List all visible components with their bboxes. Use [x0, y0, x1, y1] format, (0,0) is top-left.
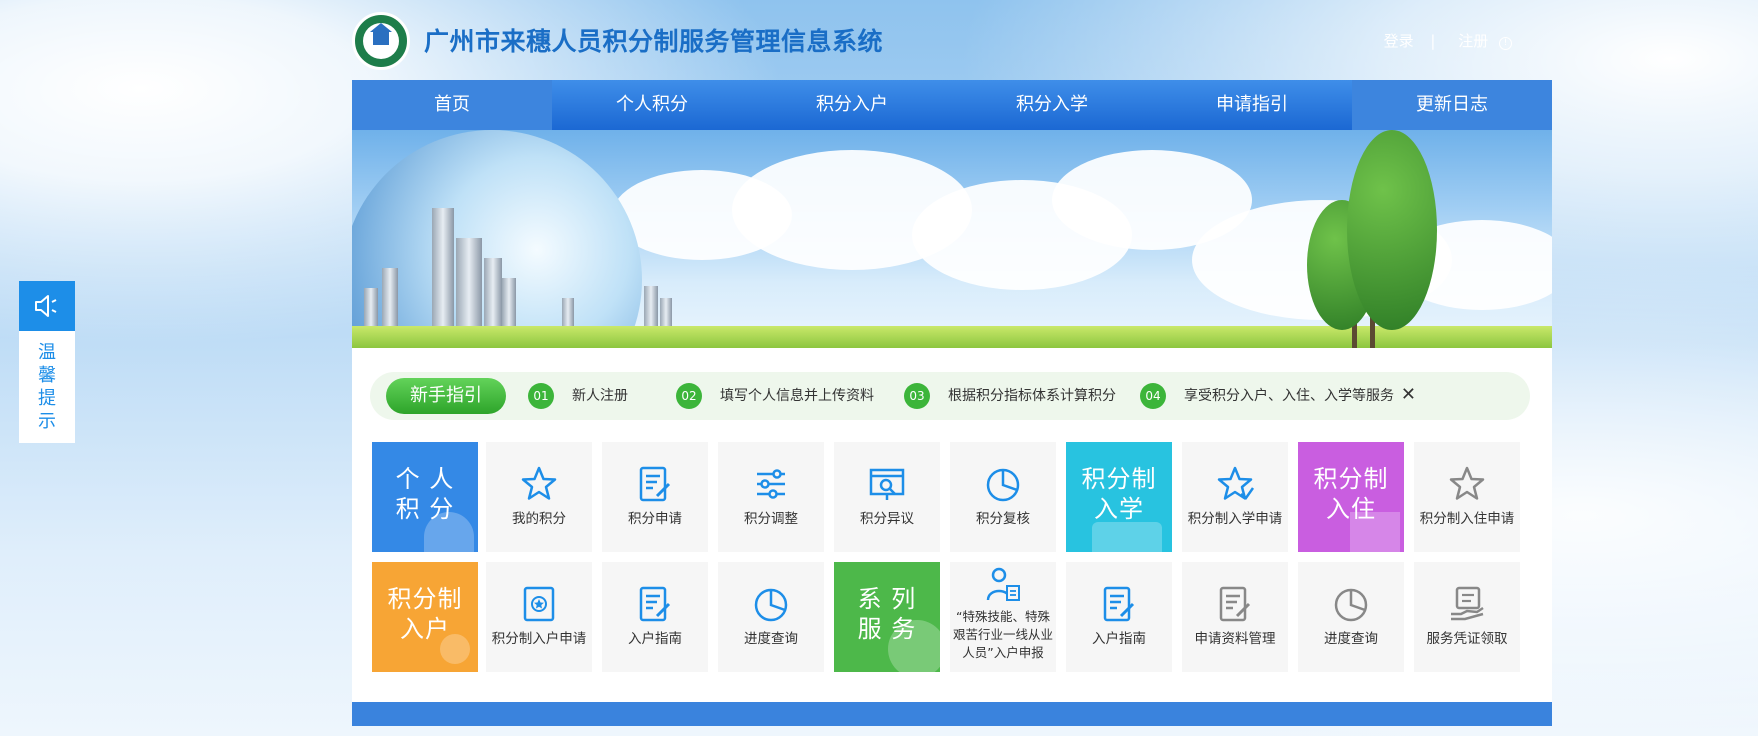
tile-label: 积分制入住申请 [1419, 511, 1515, 527]
pie-chart-gray-icon [1334, 588, 1368, 622]
tile-points-household[interactable]: 积分制 入户 [372, 562, 478, 672]
pie-chart-icon [754, 588, 788, 622]
guide-step: 02 填写个人信息并上传资料 [676, 383, 874, 409]
monitor-search-icon [869, 468, 905, 500]
tile-my-points[interactable]: 我的积分 [486, 442, 592, 552]
edit-document-gray-icon [1219, 586, 1251, 622]
step-text: 享受积分入户、入住、入学等服务 [1184, 388, 1394, 404]
step-number: 03 [904, 383, 930, 409]
tile-school-apply[interactable]: 积分制入学申请 [1182, 442, 1288, 552]
tile-application-materials[interactable]: 申请资料管理 [1182, 562, 1288, 672]
tile-points-adjust[interactable]: 积分调整 [718, 442, 824, 552]
step-number: 02 [676, 383, 702, 409]
tile-progress-query[interactable]: 进度查询 [718, 562, 824, 672]
tile-label: 申请资料管理 [1194, 631, 1276, 647]
tile-points-residence[interactable]: 积分制 入住 [1298, 442, 1404, 552]
star-icon [521, 466, 557, 500]
register-link[interactable]: 注册 [1458, 32, 1488, 50]
site-title: 广州市来穗人员积分制服务管理信息系统 [424, 27, 884, 56]
tile-label: 服务凭证领取 [1426, 631, 1508, 647]
info-circle-icon: ! [1499, 37, 1512, 50]
step-text: 填写个人信息并上传资料 [720, 388, 874, 404]
main-nav: 首页 个人积分 积分入户 积分入学 申请指引 更新日志 [352, 80, 1552, 130]
tile-special-skills-declaration[interactable]: “特殊技能、特殊艰苦行业一线从业人员”入户申报 [950, 562, 1056, 672]
nav-home[interactable]: 首页 [352, 80, 552, 130]
login-link[interactable]: 登录 [1384, 32, 1414, 50]
guide-tag: 新手指引 [386, 378, 506, 414]
tile-points-apply[interactable]: 积分申请 [602, 442, 708, 552]
tile-series-services[interactable]: 系 列 服 务 [834, 562, 940, 672]
tile-household-guide-2[interactable]: 入户指南 [1066, 562, 1172, 672]
guide-step: 04 享受积分入户、入住、入学等服务 [1140, 383, 1394, 409]
auth-links: 登录 | 注册 ! [1378, 30, 1512, 51]
speaker-icon [35, 295, 57, 317]
tile-label: 进度查询 [744, 631, 798, 647]
user-document-icon [986, 567, 1020, 601]
tile-label: 积分复核 [976, 511, 1030, 527]
step-text: 新人注册 [572, 388, 628, 404]
step-number: 04 [1140, 383, 1166, 409]
tile-points-review[interactable]: 积分复核 [950, 442, 1056, 552]
tile-label: 积分制入学申请 [1187, 511, 1283, 527]
nav-application-guide[interactable]: 申请指引 [1152, 80, 1352, 130]
tile-progress-query-2[interactable]: 进度查询 [1298, 562, 1404, 672]
tile-label: 积分异议 [860, 511, 914, 527]
beginner-guide: 新手指引 01 新人注册 02 填写个人信息并上传资料 03 根据积分指标体系计算积分… [370, 372, 1530, 420]
tile-points-objection[interactable]: 积分异议 [834, 442, 940, 552]
tile-label: 我的积分 [512, 511, 566, 527]
footer-bar [352, 702, 1552, 726]
tile-label: “特殊技能、特殊艰苦行业一线从业人员”入户申报 [953, 609, 1054, 660]
warm-tip-widget[interactable]: 温馨提示 [19, 281, 75, 443]
side-header [19, 281, 75, 331]
tile-label: 积分申请 [628, 511, 682, 527]
main-content: 新手指引 01 新人注册 02 填写个人信息并上传资料 03 根据积分指标体系计算积分… [352, 348, 1552, 702]
edit-document-icon [639, 586, 671, 622]
tile-residence-apply[interactable]: 积分制入住申请 [1414, 442, 1520, 552]
warm-tip-label: 温馨提示 [38, 342, 56, 432]
hero-banner [352, 130, 1552, 348]
hand-document-icon [1451, 586, 1484, 621]
step-number: 01 [528, 383, 554, 409]
tile-household-apply[interactable]: 积分制入户申请 [486, 562, 592, 672]
nav-points-household[interactable]: 积分入户 [752, 80, 952, 130]
sliders-icon [757, 469, 785, 499]
guide-step: 03 根据积分指标体系计算积分 [904, 383, 1116, 409]
certificate-icon [523, 586, 555, 622]
tile-label: 积分制入户申请 [491, 631, 587, 647]
nav-personal-points[interactable]: 个人积分 [552, 80, 752, 130]
tile-personal-points[interactable]: 个 人 积 分 [372, 442, 478, 552]
edit-document-icon [639, 466, 671, 502]
tile-label: 积分调整 [744, 511, 798, 527]
pie-chart-icon [986, 468, 1020, 502]
tile-label: 入户指南 [1092, 631, 1146, 647]
star-check-icon [1217, 466, 1255, 500]
step-text: 根据积分指标体系计算积分 [948, 388, 1116, 404]
guide-step: 01 新人注册 [528, 383, 628, 409]
site-logo [352, 12, 410, 70]
tile-service-voucher[interactable]: 服务凭证领取 [1414, 562, 1520, 672]
tile-title: 积分制 入学 [1081, 465, 1157, 523]
edit-document-icon [1103, 586, 1135, 622]
header: 广州市来穗人员积分制服务管理信息系统 登录 | 注册 ! [352, 0, 1552, 80]
tile-label: 入户指南 [628, 631, 682, 647]
star-outline-icon [1449, 466, 1485, 500]
tile-household-guide[interactable]: 入户指南 [602, 562, 708, 672]
nav-update-log[interactable]: 更新日志 [1352, 80, 1552, 130]
tile-label: 进度查询 [1324, 631, 1378, 647]
tile-points-school[interactable]: 积分制 入学 [1066, 442, 1172, 552]
guide-close-button[interactable]: ✕ [1401, 384, 1416, 405]
auth-separator: | [1430, 32, 1436, 50]
nav-points-school[interactable]: 积分入学 [952, 80, 1152, 130]
